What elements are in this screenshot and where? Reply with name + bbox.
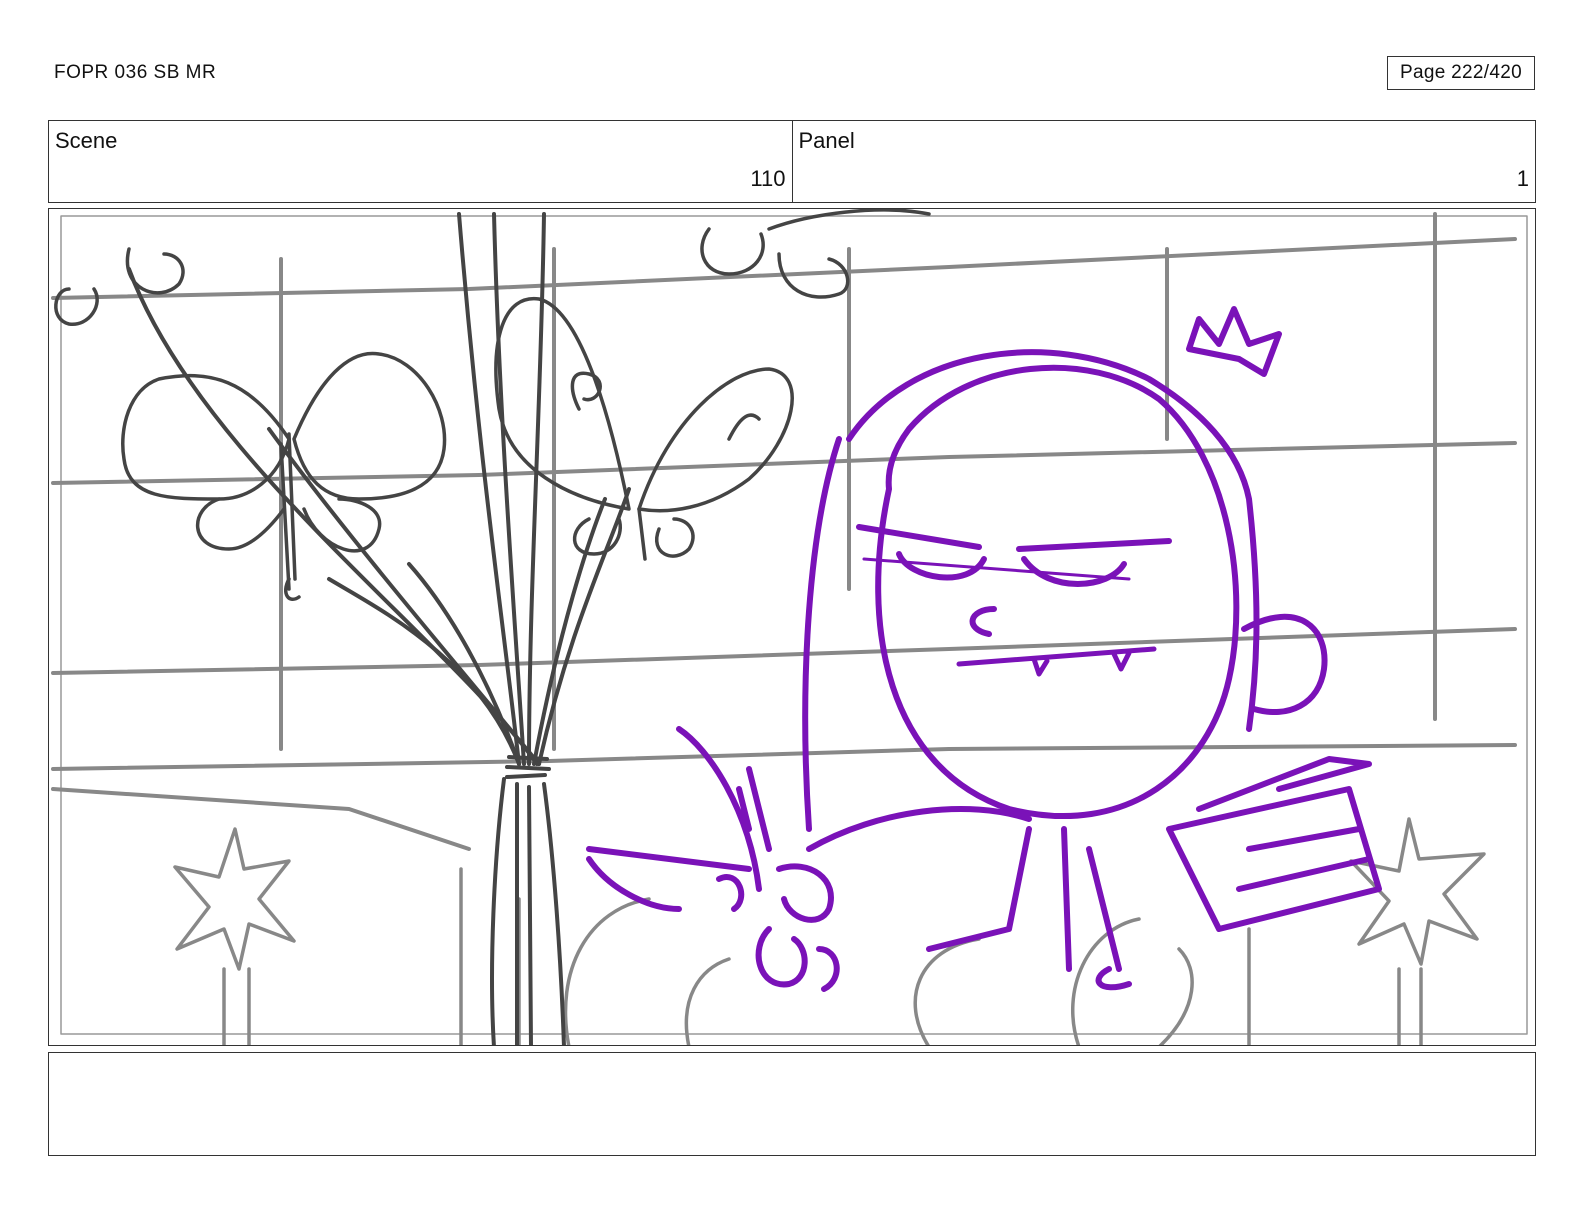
scene-label: Scene (55, 128, 118, 153)
panel-sketch (51, 209, 1528, 1045)
scene-cell: Scene 110 (49, 121, 792, 202)
eye-line (862, 557, 1131, 581)
eyebrow-left (856, 524, 982, 550)
scene-panel-info: Scene 110 Panel 1 (48, 120, 1536, 203)
background-wall-grid (51, 212, 1517, 851)
gift-box (1166, 756, 1382, 932)
bouquet (586, 726, 840, 992)
document-title: FOPR 036 SB MR (54, 62, 217, 83)
panel-notes-box (48, 1052, 1536, 1156)
page-indicator: Page 222/420 (1387, 56, 1535, 90)
panel-number: 1 (1516, 166, 1529, 191)
character-body (806, 806, 1132, 991)
panel-label: Panel (798, 128, 855, 153)
panel-cell: Panel 1 (791, 121, 1536, 202)
storyboard-panel (48, 208, 1536, 1046)
eyebrow-right (1016, 538, 1172, 552)
crown (1186, 306, 1282, 377)
background-pedestals (459, 867, 1251, 1045)
nose (969, 606, 997, 637)
star-wand-left (173, 827, 296, 1045)
mouth (956, 646, 1157, 677)
scene-number: 110 (750, 166, 786, 191)
